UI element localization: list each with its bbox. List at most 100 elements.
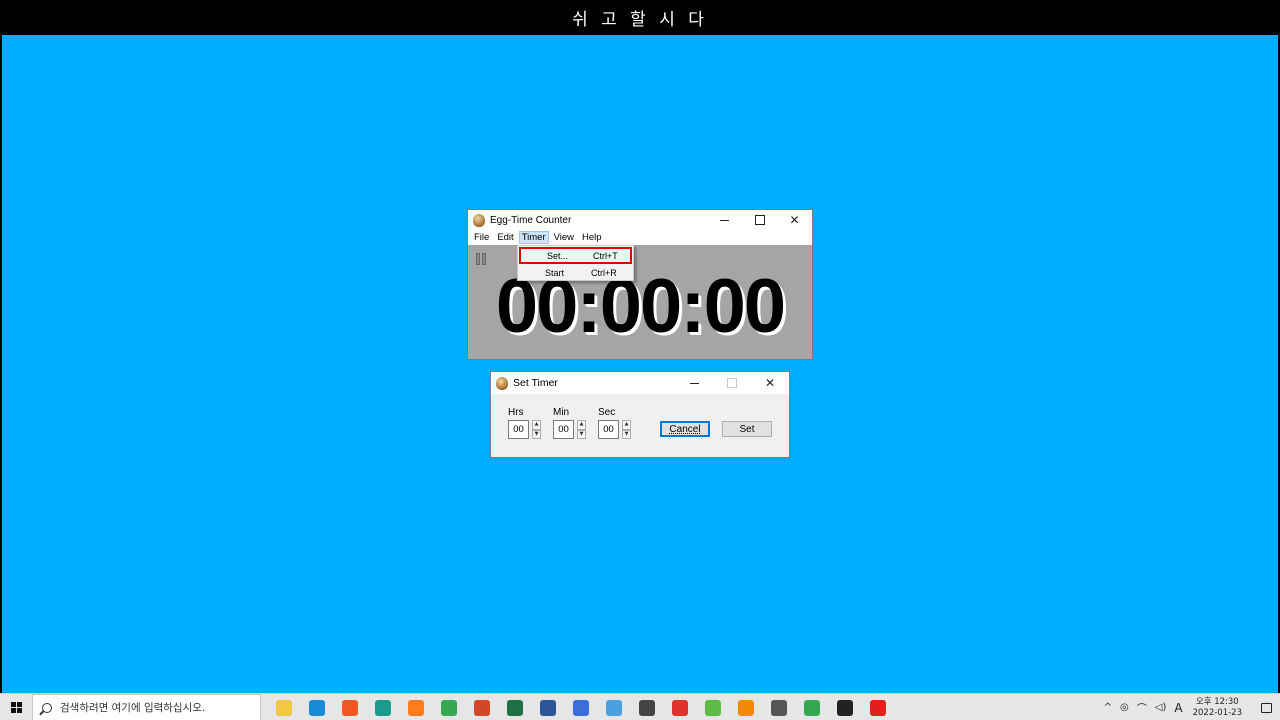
taskbar: 검색하려면 여기에 입력하십시오. ^ ◎ ⌒ ◁) A 오후 12:30 20…: [0, 693, 1280, 720]
word-icon: [539, 699, 556, 716]
taskbar-search[interactable]: 검색하려면 여기에 입력하십시오.: [32, 694, 261, 720]
taskbar-app[interactable]: [762, 694, 795, 720]
close-button[interactable]: ✕: [777, 210, 812, 230]
menu-item-set[interactable]: Set... Ctrl+T: [519, 247, 632, 264]
sec-up-arrow-icon[interactable]: ▲: [622, 420, 631, 430]
taskbar-app[interactable]: [498, 694, 531, 720]
taskbar-app[interactable]: [564, 694, 597, 720]
taskbar-app[interactable]: [465, 694, 498, 720]
taskbar-app[interactable]: [531, 694, 564, 720]
search-icon: [42, 702, 52, 713]
app-green-icon: [704, 699, 721, 716]
taskbar-app[interactable]: [828, 694, 861, 720]
window-title: Egg-Time Counter: [490, 214, 572, 226]
title-bar[interactable]: Egg-Time Counter ✕: [468, 210, 812, 230]
network-icon[interactable]: ◎: [1120, 702, 1129, 713]
egg-app-icon: [473, 213, 485, 227]
hrs-down-arrow-icon[interactable]: ▼: [532, 429, 541, 439]
cancel-button-label: Cancel: [669, 423, 701, 435]
taskbar-app[interactable]: [630, 694, 663, 720]
taskbar-app[interactable]: [696, 694, 729, 720]
app-red-icon: [671, 699, 688, 716]
taskbar-app[interactable]: [366, 694, 399, 720]
menu-item-start-label: Start: [545, 267, 565, 278]
brave-icon: [341, 699, 358, 716]
taskbar-app[interactable]: [267, 694, 300, 720]
set-timer-dialog: Set Timer ✕ Hrs Min Sec 00 ▲ ▼ 00 ▲ ▼ 00…: [490, 371, 790, 458]
min-input[interactable]: 00: [553, 420, 574, 439]
vlc-icon: [737, 699, 754, 716]
hrs-up-arrow-icon[interactable]: ▲: [532, 420, 541, 430]
hrs-input[interactable]: 00: [508, 420, 529, 439]
dialog-title-bar[interactable]: Set Timer ✕: [491, 372, 789, 394]
min-stepper: 00 ▲ ▼: [553, 420, 586, 439]
taskbar-app[interactable]: [663, 694, 696, 720]
search-placeholder: 검색하려면 여기에 입력하십시오.: [60, 702, 206, 714]
notepad-icon: [572, 699, 589, 716]
notification-center-button[interactable]: [1252, 694, 1280, 720]
sec-label: Sec: [598, 407, 616, 418]
chevron-up-icon[interactable]: ^: [1104, 702, 1112, 713]
min-label: Min: [553, 407, 570, 418]
windows-logo-icon: [10, 702, 22, 713]
minimize-button[interactable]: [675, 372, 713, 394]
hrs-stepper: 00 ▲ ▼: [508, 420, 541, 439]
powerpoint-icon: [473, 699, 490, 716]
taskbar-app[interactable]: [432, 694, 465, 720]
timer-dropdown-menu: Set... Ctrl+T Start Ctrl+R: [517, 245, 634, 281]
taskbar-app[interactable]: [333, 694, 366, 720]
menu-item-start-shortcut: Ctrl+R: [591, 267, 617, 278]
hrs-label: Hrs: [508, 407, 524, 418]
tray-clock[interactable]: 오후 12:30 2022-01-23: [1193, 697, 1242, 719]
min-down-arrow-icon[interactable]: ▼: [577, 429, 586, 439]
egg-time-counter-window: Egg-Time Counter ✕ File Edit Timer View …: [467, 209, 813, 360]
taskbar-app[interactable]: [729, 694, 762, 720]
calculator-icon: [770, 699, 787, 716]
top-caption-bar: 쉬 고 할 시 다: [0, 0, 1280, 35]
app-blue-icon: [605, 699, 622, 716]
opera-icon: [869, 699, 886, 716]
ime-indicator[interactable]: A: [1174, 701, 1182, 715]
menu-item-start[interactable]: Start Ctrl+R: [519, 264, 632, 281]
taskbar-app[interactable]: [300, 694, 333, 720]
egg-app-icon: [496, 376, 508, 390]
minimize-button[interactable]: [707, 210, 742, 230]
close-button[interactable]: ✕: [751, 372, 789, 394]
sec-down-arrow-icon[interactable]: ▼: [622, 429, 631, 439]
system-tray: ^ ◎ ⌒ ◁) A 오후 12:30 2022-01-23: [1100, 694, 1280, 720]
menu-edit[interactable]: Edit: [494, 231, 516, 244]
excel-icon: [506, 699, 523, 716]
notification-icon: [1260, 702, 1272, 713]
cancel-button[interactable]: Cancel: [660, 421, 710, 437]
tray-date: 2022-01-23: [1192, 707, 1242, 718]
edge-icon: [308, 699, 325, 716]
min-up-arrow-icon[interactable]: ▲: [577, 420, 586, 430]
tray-time: 오후 12:30: [1195, 696, 1239, 707]
start-button[interactable]: [0, 694, 32, 720]
maximize-button[interactable]: [742, 210, 777, 230]
taskbar-app[interactable]: [597, 694, 630, 720]
menu-item-set-label: Set...: [547, 250, 569, 261]
volume-icon[interactable]: ◁): [1155, 702, 1167, 713]
sticky-notes-icon: [836, 699, 853, 716]
taskbar-app[interactable]: [399, 694, 432, 720]
desktop: [2, 35, 1278, 693]
wifi-icon[interactable]: ⌒: [1137, 700, 1147, 715]
chrome-alt-icon: [803, 699, 820, 716]
set-button-label: Set: [739, 423, 755, 435]
sec-input[interactable]: 00: [598, 420, 619, 439]
menu-help[interactable]: Help: [579, 231, 605, 244]
maximize-button: [713, 372, 751, 394]
file-explorer-icon: [275, 699, 292, 716]
menu-view[interactable]: View: [551, 231, 577, 244]
app-teal-icon: [374, 699, 391, 716]
menu-bar: File Edit Timer View Help: [468, 230, 812, 245]
set-button[interactable]: Set: [722, 421, 772, 437]
taskbar-app[interactable]: [861, 694, 894, 720]
taskbar-app[interactable]: [795, 694, 828, 720]
menu-timer[interactable]: Timer: [518, 231, 549, 244]
menu-item-set-shortcut: Ctrl+T: [593, 250, 618, 261]
menu-file[interactable]: File: [471, 231, 492, 244]
sec-stepper: 00 ▲ ▼: [598, 420, 631, 439]
dialog-title: Set Timer: [513, 377, 558, 389]
